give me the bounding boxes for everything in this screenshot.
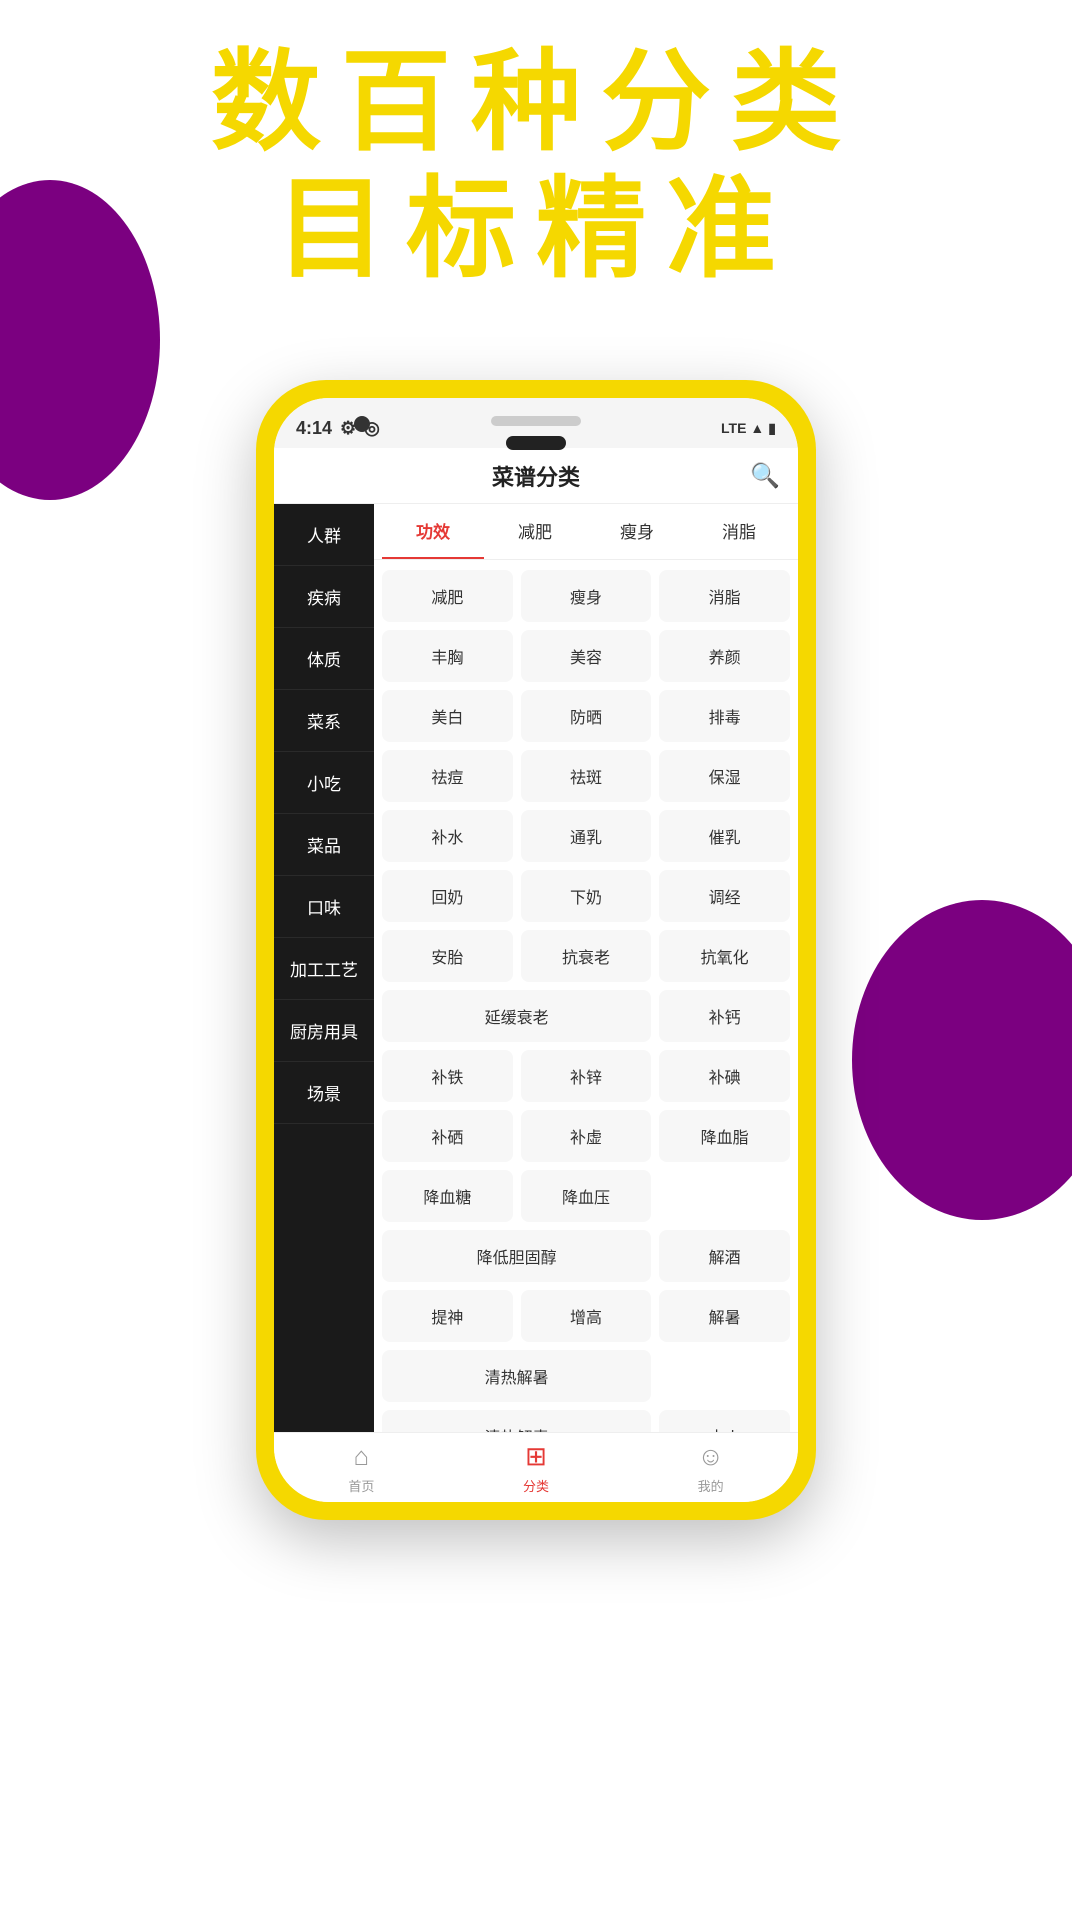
cat-tab-xiaozhi[interactable]: 消脂 <box>688 504 790 559</box>
app-header-title: 菜谱分类 <box>492 460 580 492</box>
tag-xianai[interactable]: 下奶 <box>521 870 652 922</box>
phone-frame: 4:14 ⚙ ◎ LTE ▲ ▮ 菜谱分类 🔍 人群 疾病 体质 菜系 小吃 <box>256 380 816 1520</box>
sidebar-item-renqun[interactable]: 人群 <box>274 504 374 566</box>
hero-line2: 目标精准 <box>0 167 1072 294</box>
home-label: 首页 <box>348 1476 374 1495</box>
tag-fengxiong[interactable]: 丰胸 <box>382 630 513 682</box>
tag-cuiru[interactable]: 催乳 <box>659 810 790 862</box>
tag-kangshuailao[interactable]: 抗衰老 <box>521 930 652 982</box>
tag-antai[interactable]: 安胎 <box>382 930 513 982</box>
tag-baoshi[interactable]: 保湿 <box>659 750 790 802</box>
tag-buse[interactable]: 补硒 <box>382 1110 513 1162</box>
app-header: 菜谱分类 🔍 <box>274 448 798 504</box>
phone-inner: 4:14 ⚙ ◎ LTE ▲ ▮ 菜谱分类 🔍 人群 疾病 体质 菜系 小吃 <box>274 398 798 1502</box>
sidebar-item-caixi[interactable]: 菜系 <box>274 690 374 752</box>
sidebar-item-chufang[interactable]: 厨房用具 <box>274 1000 374 1062</box>
category-icon: ⊞ <box>525 1441 547 1472</box>
sidebar-item-xiaochi[interactable]: 小吃 <box>274 752 374 814</box>
tag-tongru[interactable]: 通乳 <box>521 810 652 862</box>
sidebar-item-tizhi[interactable]: 体质 <box>274 628 374 690</box>
phone-camera <box>354 416 370 432</box>
hero-line1: 数百种分类 <box>0 40 1072 167</box>
tag-jianfei[interactable]: 减肥 <box>382 570 513 622</box>
phone-notch <box>506 436 566 450</box>
tag-buzin[interactable]: 补锌 <box>521 1050 652 1102</box>
categories-panel: 功效 减肥 瘦身 消脂 减肥 瘦身 消脂 丰胸 美容 养颜 美白 防晒 排毒 <box>374 504 798 1432</box>
cat-tab-gonxiao[interactable]: 功效 <box>382 504 484 559</box>
sidebar-item-jibing[interactable]: 疾病 <box>274 566 374 628</box>
tag-yangyan[interactable]: 养颜 <box>659 630 790 682</box>
cat-tabs: 功效 减肥 瘦身 消脂 <box>374 504 798 560</box>
bg-circle-right <box>852 900 1072 1220</box>
tag-fangshan[interactable]: 防晒 <box>521 690 652 742</box>
phone-hardware <box>274 416 798 426</box>
tag-kangyanghao[interactable]: 抗氧化 <box>659 930 790 982</box>
tag-huinai[interactable]: 回奶 <box>382 870 513 922</box>
tag-buxu[interactable]: 补虚 <box>521 1110 652 1162</box>
cat-tab-shoushen[interactable]: 瘦身 <box>586 504 688 559</box>
nav-item-mine[interactable]: ☺ 我的 <box>623 1441 798 1495</box>
tag-tishen[interactable]: 提神 <box>382 1290 513 1342</box>
tag-jieshu[interactable]: 解暑 <box>659 1290 790 1342</box>
tag-jiangdangguzhichun[interactable]: 降低胆固醇 <box>382 1230 651 1282</box>
mine-label: 我的 <box>698 1476 724 1495</box>
tag-zenggao[interactable]: 增高 <box>521 1290 652 1342</box>
tag-quhuo[interactable]: 去火 <box>659 1410 790 1432</box>
tag-butie[interactable]: 补铁 <box>382 1050 513 1102</box>
sidebar: 人群 疾病 体质 菜系 小吃 菜品 口味 加工工艺 厨房用具 场景 <box>274 504 374 1432</box>
tag-shoushen[interactable]: 瘦身 <box>521 570 652 622</box>
cat-tab-jianfei[interactable]: 减肥 <box>484 504 586 559</box>
tag-paidu[interactable]: 排毒 <box>659 690 790 742</box>
tag-jiangxuezhi[interactable]: 降血脂 <box>659 1110 790 1162</box>
sidebar-item-jiagong[interactable]: 加工工艺 <box>274 938 374 1000</box>
tag-quban[interactable]: 祛斑 <box>521 750 652 802</box>
tag-qingrejieshu[interactable]: 清热解暑 <box>382 1350 651 1402</box>
hero-section: 数百种分类 目标精准 <box>0 40 1072 293</box>
tag-jiangxueya[interactable]: 降血压 <box>521 1170 652 1222</box>
mine-icon: ☺ <box>697 1441 724 1472</box>
tag-jiangxuetang[interactable]: 降血糖 <box>382 1170 513 1222</box>
tag-tiaojing[interactable]: 调经 <box>659 870 790 922</box>
tag-xiaozhi[interactable]: 消脂 <box>659 570 790 622</box>
tag-bugai[interactable]: 补钙 <box>659 990 790 1042</box>
tag-meibai[interactable]: 美白 <box>382 690 513 742</box>
content-area: 人群 疾病 体质 菜系 小吃 菜品 口味 加工工艺 厨房用具 场景 功效 减肥 … <box>274 504 798 1432</box>
tag-qingrejiedu[interactable]: 清热解毒 <box>382 1410 651 1432</box>
phone-speaker <box>491 416 581 426</box>
sidebar-item-caipin[interactable]: 菜品 <box>274 814 374 876</box>
home-icon: ⌂ <box>353 1441 369 1472</box>
tag-budian[interactable]: 补碘 <box>659 1050 790 1102</box>
bottom-nav: ⌂ 首页 ⊞ 分类 ☺ 我的 <box>274 1432 798 1502</box>
tag-jiejiu[interactable]: 解酒 <box>659 1230 790 1282</box>
tag-bushui[interactable]: 补水 <box>382 810 513 862</box>
tag-yanhuanshuailao[interactable]: 延缓衰老 <box>382 990 651 1042</box>
sidebar-item-kouwei[interactable]: 口味 <box>274 876 374 938</box>
sidebar-item-changjing[interactable]: 场景 <box>274 1062 374 1124</box>
nav-item-home[interactable]: ⌂ 首页 <box>274 1441 449 1495</box>
category-label: 分类 <box>523 1476 549 1495</box>
nav-item-category[interactable]: ⊞ 分类 <box>449 1441 624 1495</box>
tag-meirong[interactable]: 美容 <box>521 630 652 682</box>
search-button[interactable]: 🔍 <box>750 461 780 490</box>
tag-qudou[interactable]: 祛痘 <box>382 750 513 802</box>
tags-grid: 减肥 瘦身 消脂 丰胸 美容 养颜 美白 防晒 排毒 祛痘 祛斑 保湿 补水 通… <box>374 560 798 1432</box>
